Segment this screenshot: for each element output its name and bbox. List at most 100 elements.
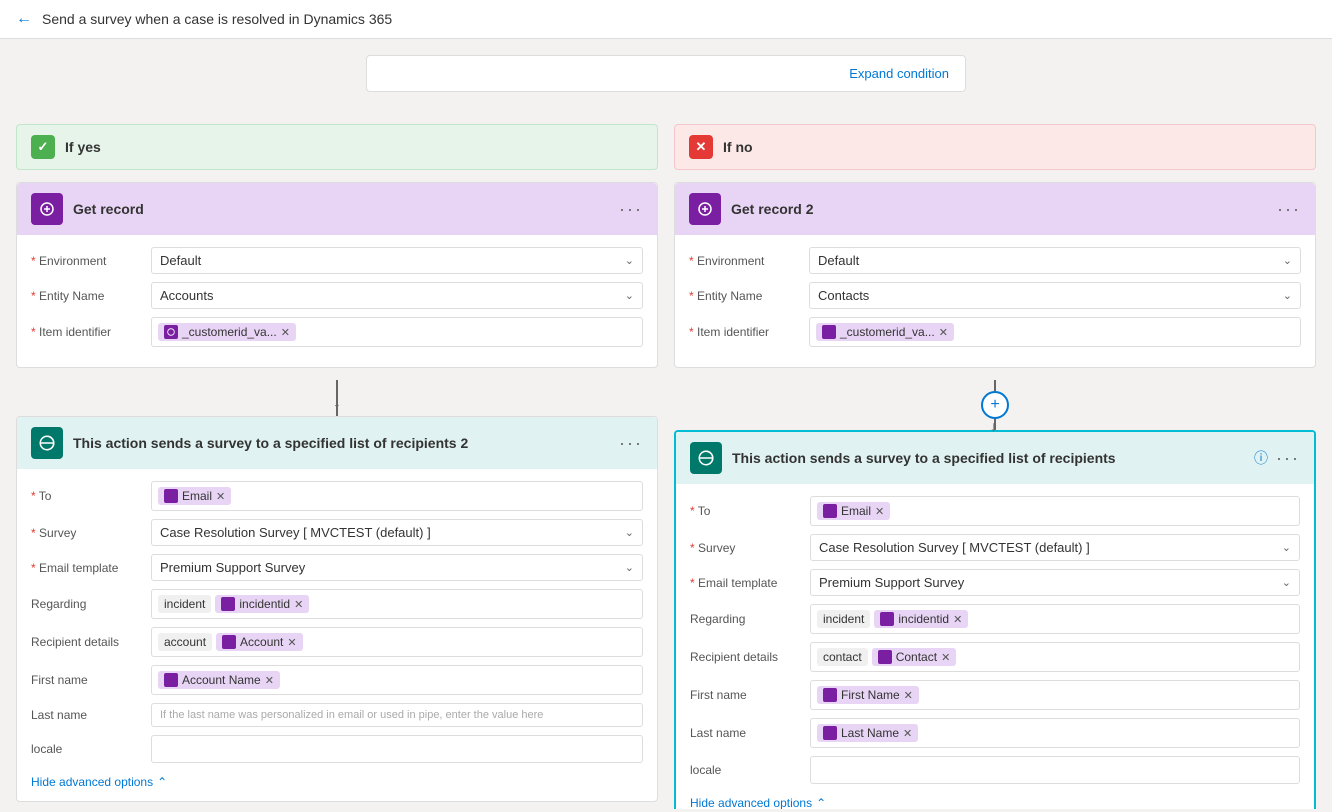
lastname-tag-close-no[interactable]: ✕	[903, 727, 912, 740]
emailtemplate-label-yes: Email template	[31, 561, 151, 575]
itemid-row-no: Item identifier _customerid_va... ✕	[689, 317, 1301, 347]
firstname-taginput-no[interactable]: First Name ✕	[810, 680, 1300, 710]
firstname-taginput-yes[interactable]: Account Name ✕	[151, 665, 643, 695]
recipient-tag2-close-yes[interactable]: ✕	[287, 636, 296, 649]
regarding-tag1-no: incident	[817, 610, 870, 628]
regarding-row-yes: Regarding incident incidentid ✕	[31, 589, 643, 619]
survey-select-yes[interactable]: Case Resolution Survey [ MVCTEST (defaul…	[151, 519, 643, 546]
firstname-row-yes: First name Account Name ✕	[31, 665, 643, 695]
connector-line2-no: ↓	[994, 419, 996, 430]
entity-row-no: Entity Name Contacts ⌄	[689, 282, 1301, 309]
to-tag-close-no[interactable]: ✕	[875, 505, 884, 518]
emailtemplate-control-no[interactable]: Premium Support Survey ⌄	[810, 569, 1300, 596]
branch-no-header: ✕ If no	[674, 124, 1316, 170]
connector-arrow-no: ↓	[990, 418, 997, 434]
to-label-no: To	[690, 504, 810, 518]
locale-control-yes[interactable]	[151, 735, 643, 763]
get-record-title-no: Get record 2	[731, 201, 813, 217]
entity-select-no[interactable]: Contacts ⌄	[809, 282, 1301, 309]
emailtemplate-chevron-no: ⌄	[1282, 576, 1291, 589]
send-action-header-left-no: This action sends a survey to a specifie…	[690, 442, 1116, 474]
entity-select-yes[interactable]: Accounts ⌄	[151, 282, 643, 309]
page-title: Send a survey when a case is resolved in…	[42, 11, 392, 27]
recipient-taginput-no[interactable]: contact Contact ✕	[810, 642, 1300, 672]
emailtemplate-select-no[interactable]: Premium Support Survey ⌄	[810, 569, 1300, 596]
regarding-taginput-yes[interactable]: incident incidentid ✕	[151, 589, 643, 619]
connector-plus-no[interactable]: +	[981, 391, 1009, 419]
firstname-control-yes: Account Name ✕	[151, 665, 643, 695]
chevron-up-icon-no: ⌃	[816, 796, 826, 809]
to-tag-close-yes[interactable]: ✕	[216, 490, 225, 503]
locale-input-no[interactable]	[810, 756, 1300, 784]
back-button[interactable]: ←	[16, 10, 32, 28]
branch-yes: ✓ If yes Get record ··· En	[16, 124, 658, 809]
env-control-yes[interactable]: Default ⌄	[151, 247, 643, 274]
lastname-control-yes[interactable]: If the last name was personalized in ema…	[151, 703, 643, 727]
locale-control-no[interactable]	[810, 756, 1300, 784]
get-record-icon-no	[689, 193, 721, 225]
firstname-tag-no: First Name ✕	[817, 686, 919, 704]
survey-control-yes[interactable]: Case Resolution Survey [ MVCTEST (defaul…	[151, 519, 643, 546]
entity-label-no: Entity Name	[689, 289, 809, 303]
branch-yes-label: If yes	[65, 139, 101, 155]
emailtemplate-row-no: Email template Premium Support Survey ⌄	[690, 569, 1300, 596]
send-action-title-no: This action sends a survey to a specifie…	[732, 450, 1116, 466]
env-chevron-no: ⌄	[1283, 254, 1292, 267]
regarding-tag2-close-yes[interactable]: ✕	[294, 598, 303, 611]
firstname-tag-close-no[interactable]: ✕	[904, 689, 913, 702]
expand-condition-link[interactable]: Expand condition	[849, 66, 949, 81]
send-action-title-yes: This action sends a survey to a specifie…	[73, 435, 468, 451]
lastname-input-yes[interactable]: If the last name was personalized in ema…	[151, 703, 643, 727]
regarding-taginput-no[interactable]: incident incidentid ✕	[810, 604, 1300, 634]
recipient-tag2-close-no[interactable]: ✕	[941, 651, 950, 664]
emailtemplate-select-yes[interactable]: Premium Support Survey ⌄	[151, 554, 643, 581]
locale-label-no: locale	[690, 763, 810, 777]
send-action-body-yes: To Email ✕	[17, 469, 657, 801]
env-select-yes[interactable]: Default ⌄	[151, 247, 643, 274]
regarding-tag2-icon-no	[880, 612, 894, 626]
regarding-tag2-close-no[interactable]: ✕	[953, 613, 962, 626]
survey-label-yes: Survey	[31, 526, 151, 540]
send-action-more-yes[interactable]: ···	[619, 433, 643, 454]
get-record-header-left-no: Get record 2	[689, 193, 813, 225]
to-label-yes: To	[31, 489, 151, 503]
firstname-label-no: First name	[690, 688, 810, 702]
to-tag-yes: Email ✕	[158, 487, 231, 505]
connector-yes: ↓	[16, 380, 658, 416]
locale-input-yes[interactable]	[151, 735, 643, 763]
itemid-row-yes: Item identifier _customerid_va... ✕	[31, 317, 643, 347]
recipient-tag2-yes: Account ✕	[216, 633, 303, 651]
recipient-control-yes: account Account ✕	[151, 627, 643, 657]
itemid-tag-close-no[interactable]: ✕	[939, 326, 948, 339]
get-record-header-left-yes: Get record	[31, 193, 144, 225]
entity-control-no[interactable]: Contacts ⌄	[809, 282, 1301, 309]
to-tag-icon-no	[823, 504, 837, 518]
recipient-taginput-yes[interactable]: account Account ✕	[151, 627, 643, 657]
get-record-title-yes: Get record	[73, 201, 144, 217]
get-record-more-yes[interactable]: ···	[619, 199, 643, 220]
get-record-icon-yes	[31, 193, 63, 225]
survey-control-no[interactable]: Case Resolution Survey [ MVCTEST (defaul…	[810, 534, 1300, 561]
itemid-taginput-no[interactable]: _customerid_va... ✕	[809, 317, 1301, 347]
to-taginput-yes[interactable]: Email ✕	[151, 481, 643, 511]
get-record-more-no[interactable]: ···	[1277, 199, 1301, 220]
info-icon-no[interactable]: ⓘ	[1254, 448, 1268, 468]
to-taginput-no[interactable]: Email ✕	[810, 496, 1300, 526]
send-action-header-yes: This action sends a survey to a specifie…	[17, 417, 657, 469]
send-action-more-no[interactable]: ···	[1276, 448, 1300, 469]
survey-select-no[interactable]: Case Resolution Survey [ MVCTEST (defaul…	[810, 534, 1300, 561]
itemid-tag-close-yes[interactable]: ✕	[281, 326, 290, 339]
chevron-up-icon-yes: ⌃	[157, 775, 167, 789]
lastname-taginput-no[interactable]: Last Name ✕	[810, 718, 1300, 748]
firstname-tag-close-yes[interactable]: ✕	[265, 674, 274, 687]
entity-control-yes[interactable]: Accounts ⌄	[151, 282, 643, 309]
env-row-no: Environment Default ⌄	[689, 247, 1301, 274]
hide-advanced-yes[interactable]: Hide advanced options ⌃	[31, 771, 643, 789]
itemid-taginput-yes[interactable]: _customerid_va... ✕	[151, 317, 643, 347]
hide-advanced-no[interactable]: Hide advanced options ⌃	[690, 792, 1300, 809]
send-action-body-no: To Email ✕	[676, 484, 1314, 809]
to-row-no: To Email ✕	[690, 496, 1300, 526]
env-select-no[interactable]: Default ⌄	[809, 247, 1301, 274]
emailtemplate-control-yes[interactable]: Premium Support Survey ⌄	[151, 554, 643, 581]
env-control-no[interactable]: Default ⌄	[809, 247, 1301, 274]
